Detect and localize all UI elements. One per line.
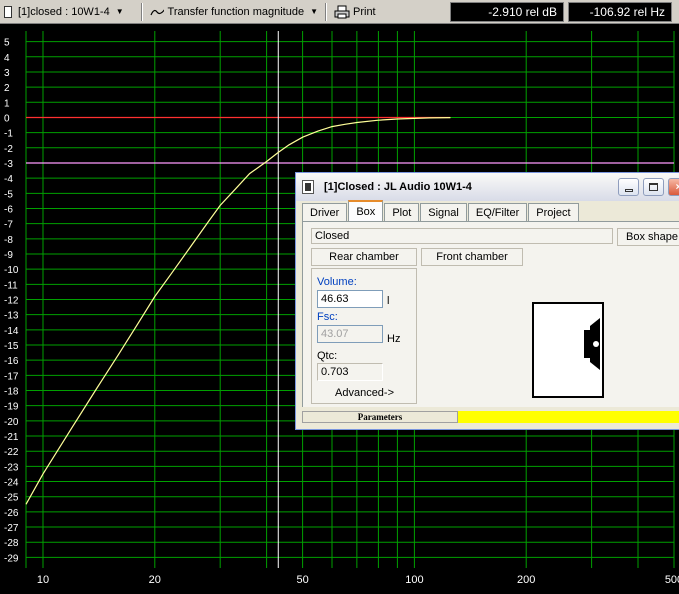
x-tick-label: 100 — [405, 574, 423, 586]
front-chamber-button[interactable]: Front chamber — [421, 248, 523, 266]
status-label: Parameters — [302, 411, 458, 423]
dialog-tabs: Driver Box Plot Signal EQ/Filter Project — [302, 200, 580, 221]
x-tick-label: 50 — [296, 574, 308, 586]
y-tick-label: -9 — [4, 250, 13, 261]
view-select-label: Transfer function magnitude — [167, 5, 305, 18]
x-tick-label: 500 — [665, 574, 679, 586]
tab-box[interactable]: Box — [348, 200, 384, 221]
y-tick-label: -11 — [4, 280, 18, 291]
y-tick-label: -6 — [4, 204, 13, 215]
fsc-unit: Hz — [387, 333, 401, 345]
tab-eq-filter[interactable]: EQ/Filter — [467, 203, 528, 221]
y-tick-label: -5 — [4, 189, 13, 200]
y-tick-label: -29 — [4, 553, 19, 564]
volume-unit: l — [387, 295, 390, 307]
maximize-button[interactable] — [643, 178, 664, 196]
y-tick-label: -21 — [4, 432, 19, 443]
y-tick-label: -23 — [4, 462, 19, 473]
print-label: Print — [353, 5, 376, 18]
close-button[interactable]: × — [668, 178, 679, 196]
tab-project[interactable]: Project — [528, 203, 579, 221]
y-tick-label: -3 — [4, 159, 13, 170]
hz-readout: -106.92 rel Hz — [568, 2, 672, 22]
y-tick-label: -17 — [4, 371, 19, 382]
y-tick-label: 1 — [4, 98, 10, 109]
rear-chamber-button[interactable]: Rear chamber — [311, 248, 417, 266]
y-tick-label: -24 — [4, 478, 19, 489]
minimize-icon — [624, 188, 633, 192]
box-type-field: Closed — [311, 228, 613, 244]
tab-signal[interactable]: Signal — [420, 203, 467, 221]
qtc-value: 0.703 — [317, 363, 383, 381]
volume-label: Volume: — [317, 276, 357, 288]
box-diagram — [532, 302, 604, 398]
minimize-button[interactable] — [618, 178, 639, 196]
box-tab-panel: Closed Box shape Rear chamber Front cham… — [302, 221, 679, 407]
qtc-label: Qtc: — [317, 350, 338, 362]
toolbar-separator — [141, 2, 143, 21]
close-icon: × — [675, 181, 679, 193]
y-tick-label: -7 — [4, 220, 13, 231]
print-button[interactable]: Print — [330, 1, 380, 23]
dialog-title: [1]Closed : JL Audio 10W1-4 — [324, 181, 472, 193]
project-icon — [4, 5, 12, 18]
fsc-input: 43.07 — [317, 325, 383, 343]
toolbar-separator — [325, 2, 327, 21]
status-progress — [458, 411, 679, 423]
project-select-label: [1]closed : 10W1-4 — [18, 5, 110, 18]
y-tick-label: 5 — [4, 38, 10, 49]
y-tick-label: -19 — [4, 402, 19, 413]
y-tick-label: -4 — [4, 174, 13, 185]
view-select[interactable]: Transfer function magnitude ▼ — [146, 1, 322, 23]
y-tick-label: -20 — [4, 417, 19, 428]
advanced-button[interactable]: Advanced-> — [335, 387, 394, 399]
status-bar: Parameters — [302, 411, 679, 423]
dialog-titlebar[interactable]: [1]Closed : JL Audio 10W1-4 × — [296, 173, 679, 201]
y-tick-label: 3 — [4, 68, 10, 79]
box-shape-button[interactable]: Box shape — [617, 228, 679, 246]
printer-icon — [334, 5, 350, 18]
transfer-function-icon — [150, 9, 164, 15]
fsc-label: Fsc: — [317, 311, 338, 323]
chevron-down-icon: ▼ — [115, 7, 124, 16]
y-tick-label: -13 — [4, 311, 19, 322]
volume-input[interactable]: 46.63 — [317, 290, 383, 308]
y-tick-label: 4 — [4, 53, 10, 64]
db-readout: -2.910 rel dB — [450, 2, 564, 22]
y-tick-label: -1 — [4, 129, 13, 140]
y-tick-label: -26 — [4, 508, 19, 519]
y-tick-label: -15 — [4, 341, 19, 352]
toolbar: [1]closed : 10W1-4 ▼ Transfer function m… — [0, 0, 679, 24]
y-tick-label: -16 — [4, 356, 19, 367]
tab-driver[interactable]: Driver — [302, 203, 348, 221]
y-tick-label: -12 — [4, 296, 19, 307]
tab-plot[interactable]: Plot — [384, 203, 420, 221]
y-tick-label: -22 — [4, 447, 19, 458]
project-select[interactable]: [1]closed : 10W1-4 ▼ — [0, 1, 138, 23]
speaker-driver-icon — [584, 318, 600, 370]
y-tick-label: -18 — [4, 387, 19, 398]
y-tick-label: -14 — [4, 326, 19, 337]
app-icon — [302, 180, 314, 194]
y-tick-label: -25 — [4, 493, 19, 504]
y-tick-label: -27 — [4, 523, 19, 534]
y-tick-label: 2 — [4, 83, 10, 94]
y-tick-label: -10 — [4, 265, 19, 276]
y-tick-label: -2 — [4, 144, 13, 155]
y-tick-label: -8 — [4, 235, 13, 246]
maximize-icon — [649, 183, 658, 191]
y-tick-label: -28 — [4, 538, 19, 549]
y-tick-label: 0 — [4, 113, 10, 124]
x-tick-label: 200 — [517, 574, 535, 586]
x-tick-label: 10 — [37, 574, 49, 586]
x-tick-label: 20 — [149, 574, 161, 586]
chevron-down-icon: ▼ — [310, 7, 318, 16]
box-dialog: [1]Closed : JL Audio 10W1-4 × Driver Box P… — [295, 172, 679, 430]
